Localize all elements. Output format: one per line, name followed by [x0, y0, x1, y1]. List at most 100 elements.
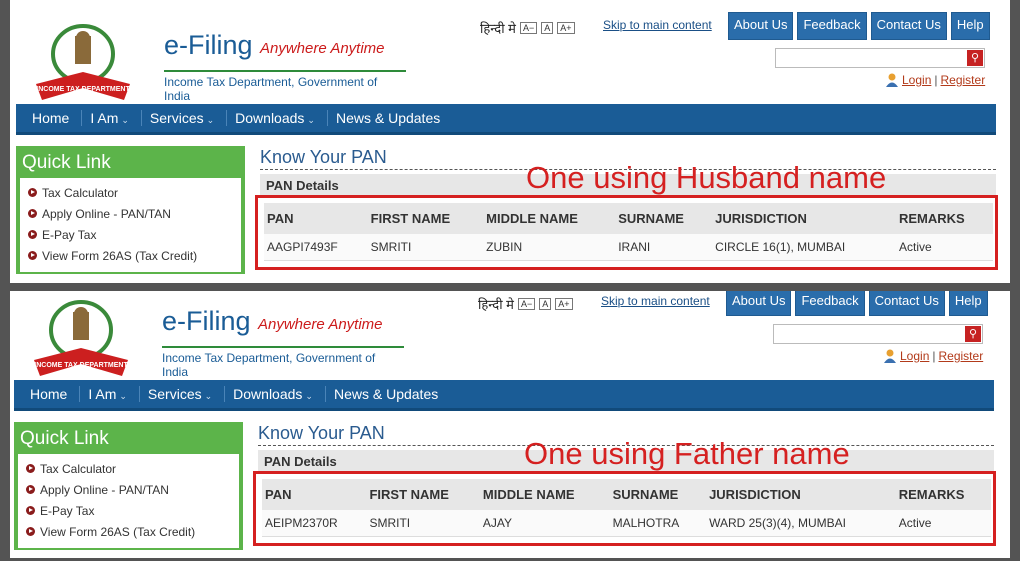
about-us-link[interactable]: About Us [726, 291, 792, 316]
quick-link-item[interactable]: View Form 26AS (Tax Credit) [26, 521, 231, 542]
skip-link[interactable]: Skip to main content [603, 18, 712, 32]
chevron-down-icon: ⌄ [305, 391, 313, 401]
font-decrease-button[interactable]: A− [517, 298, 536, 310]
screenshot-panel-father: INCOME TAX DEPARTMENT e-Filing Anywhere … [10, 291, 1010, 558]
contact-us-link[interactable]: Contact Us [870, 12, 947, 40]
contact-us-link[interactable]: Contact Us [868, 291, 945, 316]
table-row: AEIPM2370R SMRITI AJAY MALHOTRA WARD 25(… [262, 510, 991, 537]
font-increase-button[interactable]: A+ [557, 22, 575, 34]
hindi-link[interactable]: हिन्दी मे [480, 19, 516, 37]
quick-link-panel: Quick Link Tax Calculator Apply Online -… [16, 146, 245, 274]
site-header: INCOME TAX DEPARTMENT e-Filing Anywhere … [18, 16, 406, 103]
cell-pan: AEIPM2370R [262, 510, 367, 537]
nav-news-updates[interactable]: News & Updates [334, 386, 450, 402]
font-normal-button[interactable]: A [541, 22, 554, 34]
nav-home[interactable]: Home [32, 110, 83, 126]
quick-link-item[interactable]: E-Pay Tax [26, 500, 231, 521]
col-pan: PAN [262, 479, 367, 510]
table-header-row: PAN FIRST NAME MIDDLE NAME SURNAME JURIS… [264, 203, 993, 234]
bullet-arrow-icon [28, 188, 37, 197]
cell-surname: MALHOTRA [609, 510, 707, 537]
nav-i-am[interactable]: I Am ⌄ [88, 386, 140, 402]
user-icon [884, 349, 896, 363]
nav-news-updates[interactable]: News & Updates [336, 110, 452, 126]
quick-link-item[interactable]: E-Pay Tax [28, 224, 233, 245]
emblem-icon: INCOME TAX DEPARTMENT [34, 300, 128, 376]
font-normal-button[interactable]: A [539, 298, 552, 310]
search-input[interactable]: ⚲ [775, 48, 985, 68]
chevron-down-icon: ⌄ [204, 391, 213, 401]
user-icon [886, 73, 898, 87]
nav-downloads[interactable]: Downloads ⌄ [235, 110, 328, 126]
bullet-arrow-icon [26, 464, 35, 473]
emblem-icon: INCOME TAX DEPARTMENT [36, 24, 130, 100]
pan-table: PAN FIRST NAME MIDDLE NAME SURNAME JURIS… [262, 479, 991, 537]
hindi-link[interactable]: हिन्दी मे [478, 295, 514, 313]
top-links: About Us Feedback Contact Us Help [728, 12, 990, 40]
chevron-down-icon: ⌄ [206, 115, 215, 125]
col-surname: SURNAME [615, 203, 713, 234]
quick-link-item[interactable]: Apply Online - PAN/TAN [26, 479, 231, 500]
cell-middle-name: ZUBIN [483, 234, 616, 261]
chevron-down-icon: ⌄ [121, 115, 129, 125]
bullet-arrow-icon [26, 506, 35, 515]
chevron-down-icon: ⌄ [119, 391, 127, 401]
svg-text:INCOME TAX DEPARTMENT: INCOME TAX DEPARTMENT [36, 86, 130, 93]
main-nav: Home I Am ⌄ Services ⌄ Downloads ⌄ News & U… [14, 380, 994, 411]
login-area: Login | Register [885, 73, 985, 87]
bullet-arrow-icon [26, 527, 35, 536]
quick-link-title: Quick Link [20, 428, 109, 449]
help-link[interactable]: Help [948, 291, 988, 316]
cell-jurisdiction: WARD 25(3)(4), MUMBAI [706, 510, 896, 537]
col-first-name: FIRST NAME [367, 203, 484, 234]
nav-services[interactable]: Services ⌄ [148, 386, 226, 402]
cell-middle-name: AJAY [479, 510, 610, 537]
bullet-arrow-icon [28, 251, 37, 260]
login-link[interactable]: Login [900, 349, 929, 363]
feedback-link[interactable]: Feedback [795, 291, 865, 316]
register-link[interactable]: Register [941, 73, 986, 87]
site-tagline: Anywhere Anytime [258, 316, 383, 333]
pan-table: PAN FIRST NAME MIDDLE NAME SURNAME JURIS… [264, 203, 993, 261]
about-us-link[interactable]: About Us [728, 12, 794, 40]
font-increase-button[interactable]: A+ [555, 298, 573, 310]
col-middle-name: MIDDLE NAME [483, 203, 616, 234]
svg-text:INCOME TAX DEPARTMENT: INCOME TAX DEPARTMENT [34, 362, 128, 369]
font-decrease-button[interactable]: A− [519, 22, 538, 34]
quick-link-item[interactable]: View Form 26AS (Tax Credit) [28, 245, 233, 266]
skip-link[interactable]: Skip to main content [601, 294, 710, 308]
bullet-arrow-icon [26, 485, 35, 494]
col-pan: PAN [264, 203, 368, 234]
login-separator: | [932, 349, 936, 363]
col-remarks: REMARKS [896, 203, 993, 234]
col-remarks: REMARKS [895, 479, 991, 510]
nav-home[interactable]: Home [30, 386, 81, 402]
register-link[interactable]: Register [939, 349, 984, 363]
quick-link-item[interactable]: Tax Calculator [28, 182, 233, 203]
quick-link-item[interactable]: Tax Calculator [26, 458, 231, 479]
login-link[interactable]: Login [902, 73, 931, 87]
quick-link-title: Quick Link [22, 152, 111, 173]
help-link[interactable]: Help [950, 12, 990, 40]
table-header-row: PAN FIRST NAME MIDDLE NAME SURNAME JURIS… [262, 479, 991, 510]
nav-services[interactable]: Services ⌄ [150, 110, 228, 126]
site-title: e-Filing [164, 30, 253, 60]
search-icon[interactable]: ⚲ [967, 50, 983, 66]
nav-downloads[interactable]: Downloads ⌄ [233, 386, 326, 402]
site-header: INCOME TAX DEPARTMENT e-Filing Anywhere … [16, 292, 404, 379]
cell-surname: IRANI [615, 234, 713, 261]
cell-first-name: SMRITI [366, 510, 480, 537]
department-name: Income Tax Department, Government of Ind… [164, 70, 406, 103]
quick-link-item[interactable]: Apply Online - PAN/TAN [28, 203, 233, 224]
chevron-down-icon: ⌄ [307, 115, 315, 125]
cell-first-name: SMRITI [367, 234, 484, 261]
feedback-link[interactable]: Feedback [797, 12, 867, 40]
cell-remarks: Active [896, 234, 993, 261]
login-area: Login | Register [883, 349, 983, 363]
col-surname: SURNAME [609, 479, 707, 510]
nav-i-am[interactable]: I Am ⌄ [90, 110, 142, 126]
search-input[interactable]: ⚲ [773, 324, 983, 344]
search-icon[interactable]: ⚲ [965, 326, 981, 342]
cell-remarks: Active [895, 510, 991, 537]
bullet-arrow-icon [28, 230, 37, 239]
